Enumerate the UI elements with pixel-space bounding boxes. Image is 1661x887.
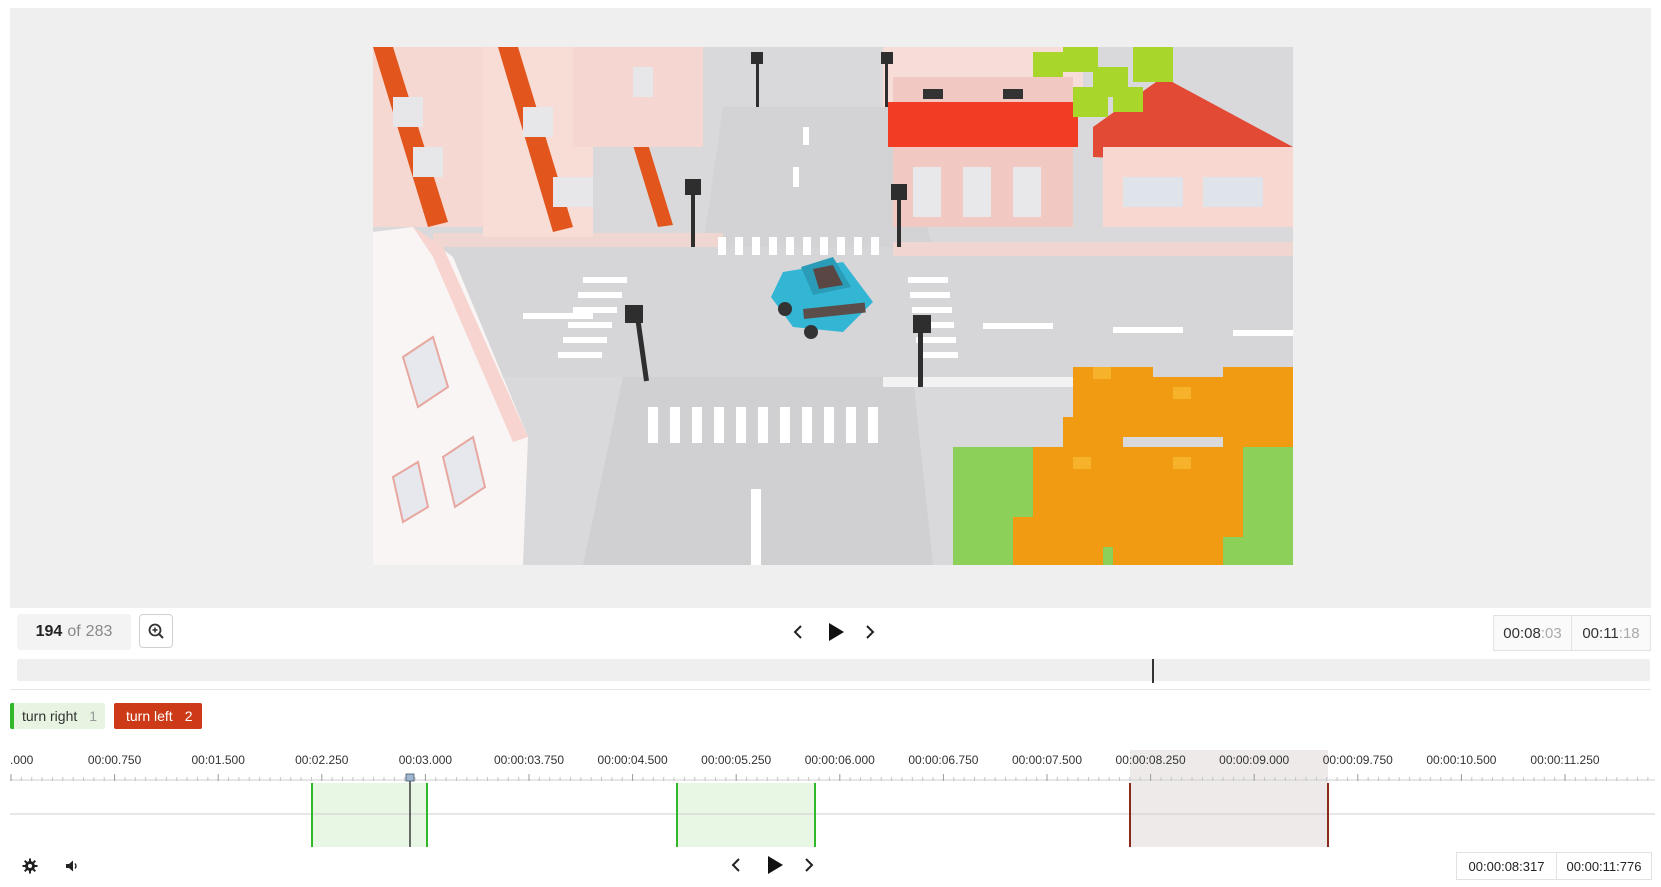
segment-green-2[interactable] [677,783,815,847]
chevron-right-icon [866,625,875,639]
zoom-in-icon [148,623,164,639]
label-turn-left-name: turn left [126,708,173,724]
ruler-tick-label: 00:00:06.750 [908,753,978,767]
video-scene [373,47,1293,565]
play-icon [768,856,783,874]
bottom-play-button[interactable] [763,853,787,877]
ruler-tick-label: .000 [10,753,34,767]
ruler-tick-label: 00:00:09.750 [1323,753,1393,767]
ruler-tick-label: 00:00:06.000 [805,753,875,767]
seek-playhead[interactable] [1152,659,1154,683]
ruler-tick-label: 00:00:03.750 [494,753,564,767]
total-time-frac: :18 [1618,624,1640,642]
prev-frame-button[interactable] [788,622,808,642]
current-time-display: 00:08:03 [1493,615,1572,651]
frame-of: of [67,623,81,640]
label-turn-left-count: 2 [184,708,193,724]
bottom-next-button[interactable] [799,855,819,875]
bottom-total-time: 00:00:11:776 [1556,852,1652,880]
zoom-button[interactable] [139,614,173,648]
ruler-tick-label: 00:00:05.250 [701,753,771,767]
label-turn-right-count: 1 [89,708,98,724]
video-area [10,8,1651,608]
gear-icon [22,858,38,874]
next-frame-button[interactable] [860,622,880,642]
ruler-tick-label: 00:02.250 [295,753,349,767]
seek-bar[interactable] [17,659,1650,683]
play-icon [829,623,844,641]
ruler-tick-label: 00:00:07.500 [1012,753,1082,767]
frame-counter: 194 of 283 [17,614,131,650]
timeline-playhead-handle[interactable] [405,773,415,782]
ruler-tick-label: 00:00:10.500 [1426,753,1496,767]
chevron-left-icon [793,625,802,639]
video-frame[interactable] [373,47,1293,565]
total-time-display: 00:11:18 [1571,615,1651,651]
play-button[interactable] [824,620,848,644]
bottom-current-time: 00:00:08:317 [1456,852,1557,880]
label-turn-right-name: turn right [22,708,78,724]
current-time-frac: :03 [1540,624,1562,642]
ruler-tick-label: 00:00:09.000 [1219,753,1289,767]
ruler-tick-label: 00:00.750 [88,753,142,767]
ruler-tick-label: 00:03.000 [399,753,453,767]
volume-button[interactable] [62,856,82,876]
ruler-tick-label: 00:00:04.500 [598,753,668,767]
label-turn-right[interactable]: turn right 1 [10,703,105,729]
label-turn-left[interactable]: turn left 2 [114,703,202,729]
ruler-tick-label: 00:00:11.250 [1530,753,1600,767]
frame-current: 194 [35,623,63,640]
current-time-main: 00:08 [1503,624,1541,642]
chevron-right-icon [805,858,814,872]
total-time-main: 00:11 [1582,624,1619,642]
ruler-labels: .000 00:00.750 00:01.500 00:02.250 00:03.000… [10,753,1600,767]
volume-icon [66,860,77,872]
bottom-prev-button[interactable] [726,855,746,875]
settings-button[interactable] [20,856,40,876]
timeline-svg: .000 00:00.750 00:01.500 00:02.250 00:03.000… [10,750,1655,847]
ruler-tick-label: 00:00:08.250 [1116,753,1186,767]
chevron-left-icon [731,858,740,872]
ruler-tick-label: 00:01.500 [192,753,246,767]
divider [10,689,1651,690]
frame-total: 283 [85,623,113,640]
annotation-timeline[interactable]: .000 00:00.750 00:01.500 00:02.250 00:03.000… [10,750,1655,847]
